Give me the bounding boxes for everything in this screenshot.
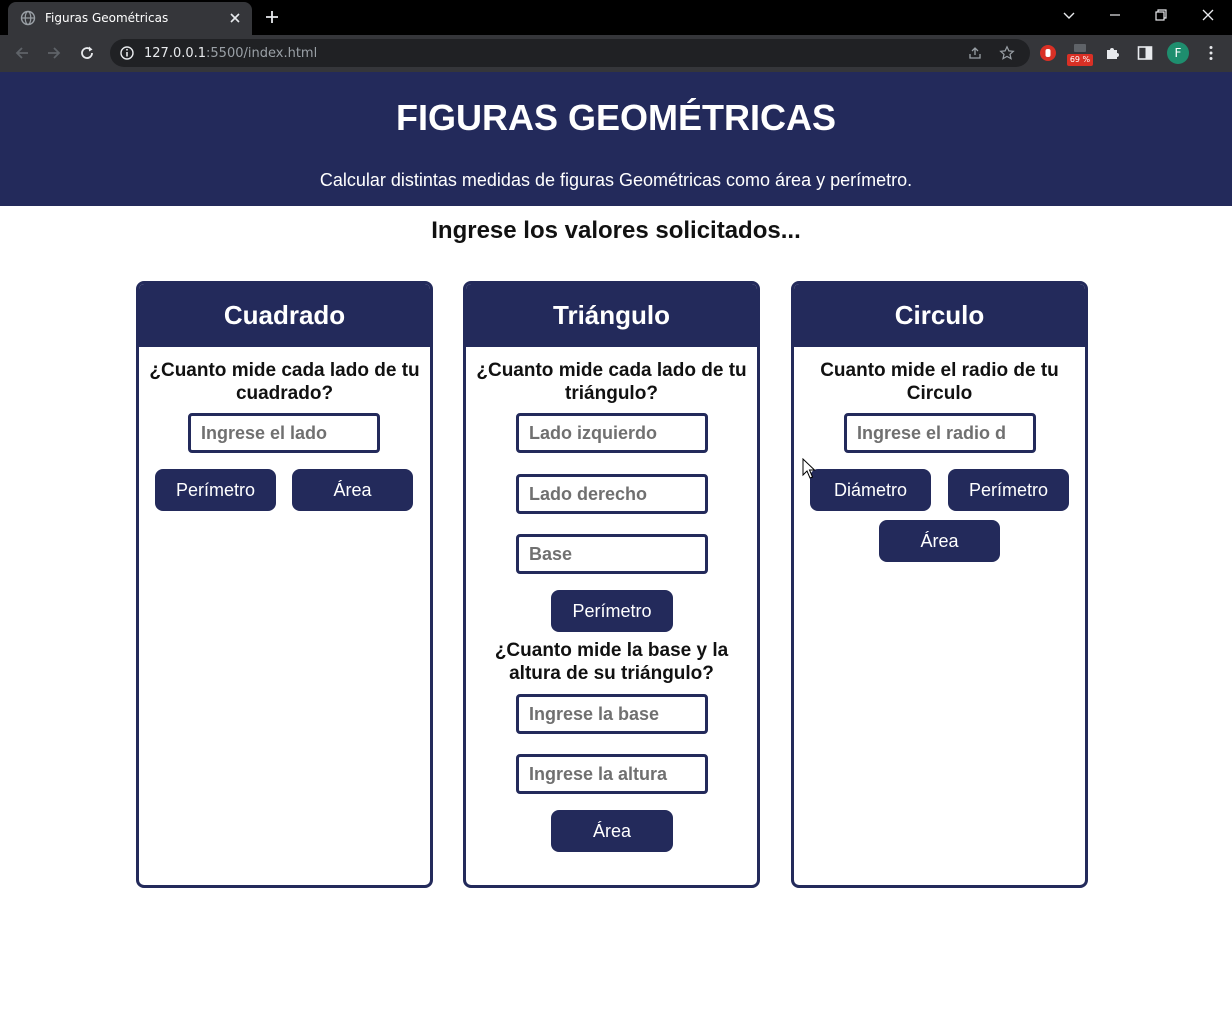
triangle-perimeter-button[interactable]: Perímetro [551,590,673,632]
tab-title: Figuras Geométricas [45,11,169,25]
browser-tab-strip: Figuras Geométricas [0,0,1232,35]
globe-icon [20,10,36,26]
back-icon[interactable] [13,44,31,62]
browser-tab[interactable]: Figuras Geométricas [8,2,252,35]
new-tab-icon[interactable] [263,8,281,26]
close-window-icon[interactable] [1199,6,1217,24]
triangle-area-question: ¿Cuanto mide la base y la altura de su t… [494,640,729,684]
minimize-icon[interactable] [1106,6,1124,24]
restore-icon[interactable] [1152,6,1170,24]
page-subtitle: Calcular distintas medidas de figuras Ge… [319,170,913,190]
circle-card-title: Circulo [894,300,985,330]
browser-toolbar: 127.0.0.1:5500/index.html [0,35,1232,72]
square-card-header: Cuadrado [139,284,430,347]
square-card: Cuadrado ¿Cuanto mide cada lado de tu cu… [136,281,433,888]
circle-question: Cuanto mide el radio de tu Circulo [820,360,1059,404]
reload-icon[interactable] [78,44,96,62]
circle-diameter-button[interactable]: Diámetro [810,469,931,511]
extensions-puzzle-icon[interactable] [1104,44,1122,62]
triangle-left-side-input[interactable] [516,413,708,453]
extension-shield-icon[interactable] [1039,44,1057,62]
triangle-card-title: Triángulo [553,300,670,330]
square-question: ¿Cuanto mide cada lado de tu cuadrado? [149,360,420,404]
square-card-title: Cuadrado [223,300,346,330]
address-bar[interactable]: 127.0.0.1:5500/index.html [110,39,1030,67]
menu-dots-icon[interactable] [1202,44,1220,62]
triangle-card-header: Triángulo [466,284,757,347]
triangle-card: Triángulo ¿Cuanto mide cada lado de tu t… [463,281,760,888]
close-tab-icon[interactable] [227,10,243,26]
bookmark-star-icon[interactable] [999,45,1015,61]
triangle-height-input[interactable] [516,754,708,794]
triangle-sides-question: ¿Cuanto mide cada lado de tu triángulo? [476,360,747,404]
tab-search-icon[interactable] [1060,6,1078,24]
triangle-right-side-input[interactable] [516,474,708,514]
instructions-heading: Ingrese los valores solicitados... [431,217,801,244]
forward-icon[interactable] [45,44,63,62]
url-text: 127.0.0.1:5500/index.html [144,46,318,61]
square-perimeter-button[interactable]: Perímetro [155,469,276,511]
side-panel-icon[interactable] [1136,44,1154,62]
triangle-area-button[interactable]: Área [551,810,673,852]
circle-perimeter-button[interactable]: Perímetro [948,469,1069,511]
profile-avatar[interactable]: F [1167,42,1189,64]
triangle-base-input[interactable] [516,534,708,574]
extension-badge: 69 % [1067,54,1093,66]
mouse-cursor-icon [802,458,816,479]
page-title: FIGURAS GEOMÉTRICAS [395,97,836,138]
circle-card: Circulo Cuanto mide el radio de tu Circu… [791,281,1088,888]
site-info-icon[interactable] [119,45,135,61]
square-area-button[interactable]: Área [292,469,413,511]
share-icon[interactable] [967,45,983,61]
triangle-area-base-input[interactable] [516,694,708,734]
square-side-input[interactable] [188,413,380,453]
circle-radius-input[interactable] [844,413,1036,453]
circle-area-button[interactable]: Área [879,520,1000,562]
circle-card-header: Circulo [794,284,1085,347]
